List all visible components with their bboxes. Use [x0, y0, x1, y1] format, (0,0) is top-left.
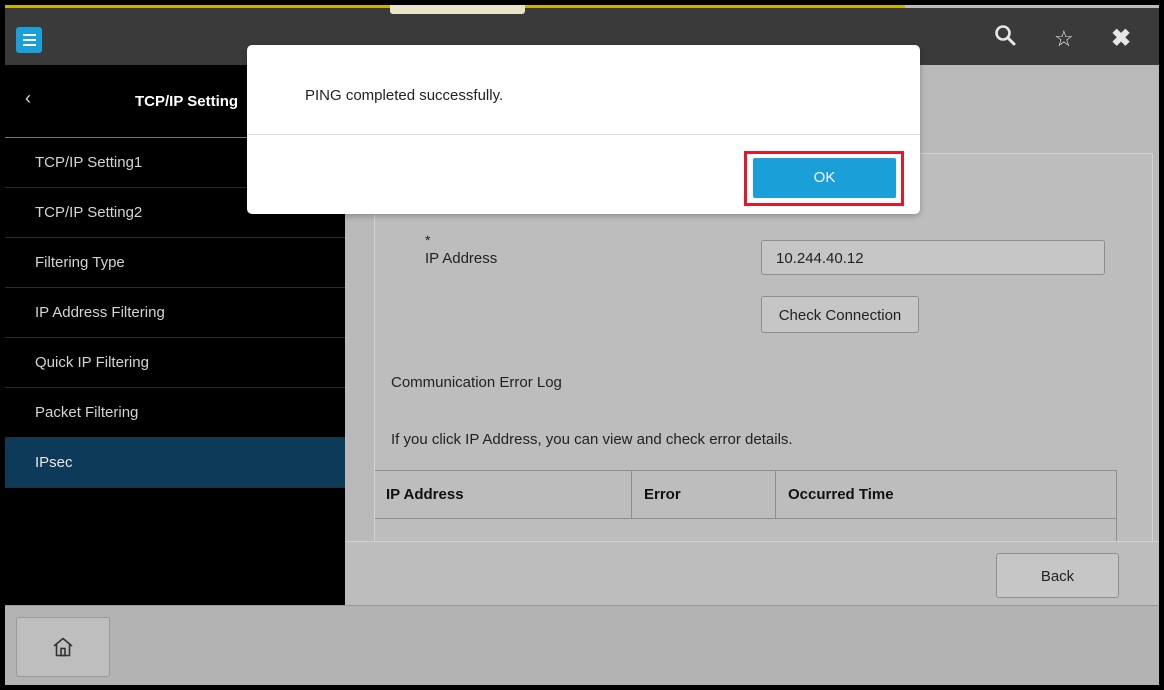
dialog-divider — [247, 134, 920, 135]
bottom-bar — [5, 605, 1159, 685]
ip-address-label: IP Address — [425, 250, 498, 267]
ip-address-input[interactable]: 10.244.40.12 — [761, 240, 1105, 275]
column-occurred-time: Occurred Time — [788, 486, 894, 503]
close-icon[interactable]: ✖ — [1111, 24, 1131, 54]
content-footer: Back — [345, 541, 1159, 606]
ok-button[interactable]: OK — [753, 158, 896, 198]
screen-frame: ☆ ✖ ‹ TCP/IP Setting TCP/IP Setting1 TCP… — [5, 5, 1159, 685]
error-log-table: IP Address Error Occurred Time — [375, 470, 1117, 542]
sidebar-item-packet-filtering[interactable]: Packet Filtering — [5, 388, 345, 438]
ok-button-highlight: OK — [744, 151, 904, 206]
check-connection-button[interactable]: Check Connection — [761, 296, 919, 333]
table-header-row: IP Address Error Occurred Time — [375, 471, 1116, 519]
sidebar-item-ip-address-filtering[interactable]: IP Address Filtering — [5, 288, 345, 338]
sidebar-title: TCP/IP Setting — [135, 93, 239, 110]
error-log-title: Communication Error Log — [391, 374, 562, 391]
sidebar-item-filtering-type[interactable]: Filtering Type — [5, 238, 345, 288]
back-button[interactable]: Back — [996, 553, 1119, 598]
column-error: Error — [632, 471, 776, 518]
column-ip-address: IP Address — [375, 471, 632, 518]
sidebar-item-quick-ip-filtering[interactable]: Quick IP Filtering — [5, 338, 345, 388]
chevron-left-icon[interactable]: ‹ — [25, 88, 31, 109]
menu-icon[interactable] — [16, 27, 42, 53]
search-icon[interactable] — [994, 24, 1016, 54]
required-mark: * — [425, 232, 431, 248]
ping-result-dialog: PING completed successfully. OK — [247, 45, 920, 214]
star-icon[interactable]: ☆ — [1054, 24, 1074, 54]
home-icon[interactable] — [16, 617, 110, 677]
error-log-hint: If you click IP Address, you can view an… — [391, 431, 793, 448]
sidebar-item-ipsec[interactable]: IPsec — [5, 438, 345, 488]
dialog-message: PING completed successfully. — [305, 87, 504, 104]
pull-handle[interactable] — [390, 5, 525, 14]
